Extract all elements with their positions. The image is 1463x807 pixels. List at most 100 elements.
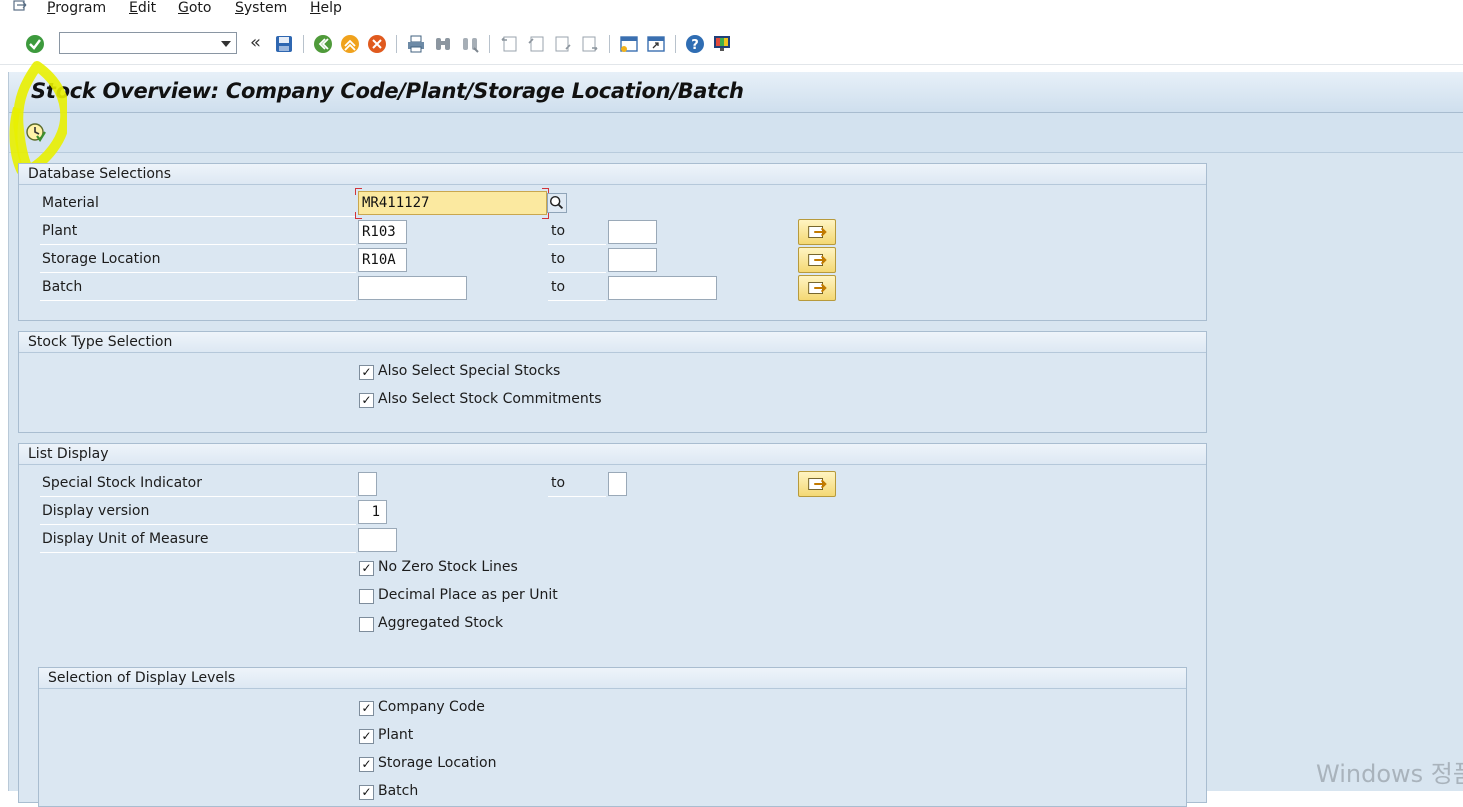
- storage-location-multiple-selection-button[interactable]: [798, 247, 836, 273]
- menu-bar: Program Edit Goto System Help: [0, 0, 1463, 22]
- special-stocks-checkbox[interactable]: ✓: [359, 365, 374, 380]
- decimal-place-checkbox[interactable]: [359, 589, 374, 604]
- storage-location-to-label: to: [548, 246, 606, 273]
- no-zero-stock-checkbox[interactable]: ✓: [359, 561, 374, 576]
- chevron-down-icon[interactable]: [221, 41, 231, 47]
- batch-multiple-selection-button[interactable]: [798, 275, 836, 301]
- menu-system[interactable]: System: [235, 0, 287, 16]
- decimal-place-label: Decimal Place as per Unit: [378, 587, 558, 603]
- menu-goto[interactable]: Goto: [178, 0, 211, 16]
- batch-to-field[interactable]: [608, 276, 717, 300]
- group-stock-type-selection: Stock Type Selection: [18, 331, 1207, 433]
- toolbar-separator: [489, 35, 490, 53]
- material-field[interactable]: MR411127: [358, 191, 547, 215]
- storage-location-from-value: R10A: [362, 252, 396, 268]
- display-version-value: 1: [371, 504, 380, 520]
- title-bar: Stock Overview: Company Code/Plant/Stora…: [9, 72, 1463, 113]
- batch-label: Batch: [40, 274, 356, 301]
- menu-window-icon[interactable]: [13, 0, 31, 14]
- storage-location-to-field[interactable]: [608, 248, 657, 272]
- menu-program[interactable]: Program: [47, 0, 106, 16]
- toolbar-separator: [675, 35, 676, 53]
- toolbar-separator: [609, 35, 610, 53]
- special-stock-indicator-label: Special Stock Indicator: [40, 470, 356, 497]
- enter-icon[interactable]: [25, 34, 45, 54]
- exit-icon[interactable]: [340, 34, 360, 54]
- storage-location-from-field[interactable]: R10A: [358, 248, 407, 272]
- stock-commitments-label: Also Select Stock Commitments: [378, 391, 602, 407]
- group-header: Database Selections: [19, 164, 1206, 185]
- group-header: Stock Type Selection: [19, 332, 1206, 353]
- storage-location-label: Storage Location: [40, 246, 356, 273]
- display-unit-label: Display Unit of Measure: [40, 526, 356, 553]
- first-page-icon[interactable]: [499, 34, 519, 54]
- plant-from-field[interactable]: R103: [358, 220, 407, 244]
- new-session-icon[interactable]: [619, 34, 639, 54]
- stock-commitments-checkbox[interactable]: ✓: [359, 393, 374, 408]
- customize-layout-icon[interactable]: [712, 34, 732, 54]
- group-display-levels: Selection of Display Levels: [38, 667, 1187, 807]
- display-unit-field[interactable]: [358, 528, 397, 552]
- previous-page-icon[interactable]: [526, 34, 546, 54]
- search-help-icon[interactable]: [547, 193, 567, 213]
- aggregated-stock-label: Aggregated Stock: [378, 615, 504, 631]
- material-label: Material: [40, 190, 356, 217]
- help-icon[interactable]: ?: [685, 34, 705, 54]
- level-batch-checkbox[interactable]: ✓: [359, 785, 374, 800]
- special-stock-indicator-to-field[interactable]: [608, 472, 627, 496]
- group-title: Selection of Display Levels: [48, 670, 236, 686]
- group-title: List Display: [28, 446, 109, 462]
- group-title: Database Selections: [28, 166, 172, 182]
- plant-to-label: to: [548, 218, 606, 245]
- collapse-command-icon[interactable]: «: [250, 32, 261, 53]
- svg-text:?: ?: [691, 38, 699, 53]
- plant-multiple-selection-button[interactable]: [798, 219, 836, 245]
- display-version-field[interactable]: 1: [358, 500, 387, 524]
- print-icon[interactable]: [406, 34, 426, 54]
- save-icon[interactable]: [274, 34, 294, 54]
- level-company-code-checkbox[interactable]: ✓: [359, 701, 374, 716]
- level-plant-label: Plant: [378, 727, 414, 743]
- cancel-icon[interactable]: [367, 34, 387, 54]
- group-title: Stock Type Selection: [28, 334, 173, 350]
- level-storage-location-label: Storage Location: [378, 755, 497, 771]
- toolbar-separator: [303, 35, 304, 53]
- toolbar-separator: [396, 35, 397, 53]
- level-batch-label: Batch: [378, 783, 419, 799]
- material-value: MR411127: [362, 195, 430, 211]
- menu-edit[interactable]: Edit: [129, 0, 156, 16]
- required-marker: [355, 188, 362, 195]
- highlighter-mark: [9, 61, 67, 175]
- group-header: List Display: [19, 444, 1206, 465]
- batch-to-label: to: [548, 274, 606, 301]
- command-field[interactable]: [59, 32, 237, 54]
- application-toolbar: [9, 113, 1463, 153]
- menu-help[interactable]: Help: [310, 0, 342, 16]
- plant-from-value: R103: [362, 224, 396, 240]
- no-zero-stock-label: No Zero Stock Lines: [378, 559, 518, 575]
- shortcut-icon[interactable]: [646, 34, 666, 54]
- required-marker: [355, 212, 362, 219]
- next-page-icon[interactable]: [553, 34, 573, 54]
- special-stock-indicator-from-field[interactable]: [358, 472, 377, 496]
- level-plant-checkbox[interactable]: ✓: [359, 729, 374, 744]
- page-title: Stock Overview: Company Code/Plant/Stora…: [31, 79, 744, 103]
- level-storage-location-checkbox[interactable]: ✓: [359, 757, 374, 772]
- special-stocks-label: Also Select Special Stocks: [378, 363, 561, 379]
- display-version-label: Display version: [40, 498, 356, 525]
- special-stock-indicator-multiple-selection-button[interactable]: [798, 471, 836, 497]
- aggregated-stock-checkbox[interactable]: [359, 617, 374, 632]
- level-company-code-label: Company Code: [378, 699, 485, 715]
- group-header: Selection of Display Levels: [39, 668, 1186, 689]
- last-page-icon[interactable]: [580, 34, 600, 54]
- back-icon[interactable]: [313, 34, 333, 54]
- system-toolbar: « ?: [0, 26, 1463, 65]
- find-next-icon[interactable]: [460, 34, 480, 54]
- plant-to-field[interactable]: [608, 220, 657, 244]
- batch-from-field[interactable]: [358, 276, 467, 300]
- plant-label: Plant: [40, 218, 356, 245]
- special-stock-indicator-to-label: to: [548, 470, 606, 497]
- find-icon[interactable]: [433, 34, 453, 54]
- watermark-area: Windows 정품 인증: [1300, 745, 1463, 791]
- windows-watermark: Windows 정품 인증: [1316, 760, 1463, 788]
